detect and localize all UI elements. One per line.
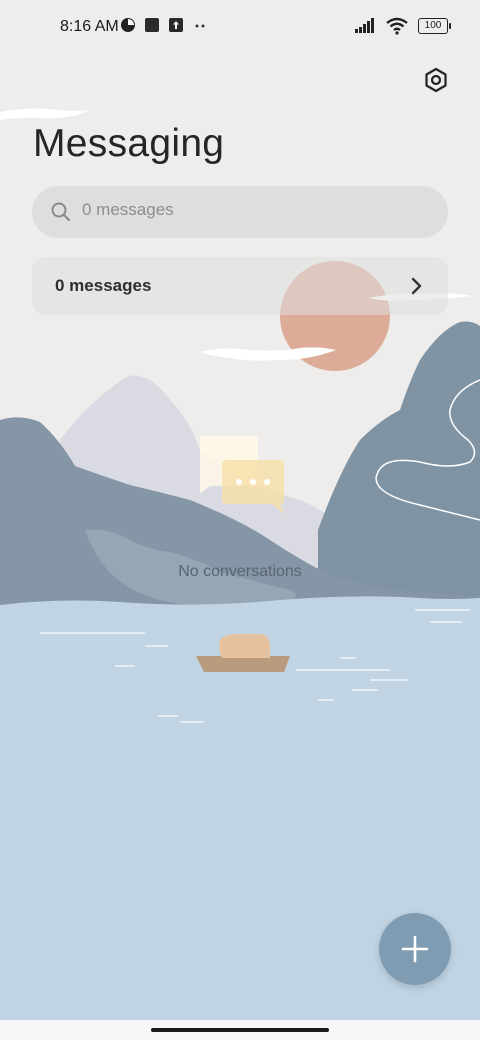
- empty-state-text: No conversations: [178, 563, 302, 580]
- page-title: Messaging: [33, 122, 225, 165]
- new-conversation-button[interactable]: [379, 913, 451, 985]
- status-left-icons: [120, 17, 208, 33]
- status-right-icons: 100: [354, 17, 451, 35]
- search-icon: [51, 202, 71, 222]
- status-bar: 8:16 AM 100: [0, 0, 480, 56]
- wifi-icon: [386, 17, 408, 35]
- message-summary-row[interactable]: 0 messages: [32, 257, 448, 315]
- signal-icon: [355, 18, 374, 33]
- settings-button[interactable]: [420, 64, 452, 96]
- more-dots-icon: [195, 24, 205, 28]
- notification-square-icon: [145, 18, 159, 32]
- search-bar[interactable]: 0 messages: [32, 186, 448, 238]
- upload-icon: [169, 18, 183, 32]
- status-time: 8:16 AM: [60, 18, 119, 35]
- search-input[interactable]: 0 messages: [82, 200, 174, 220]
- chevron-right-icon: [411, 277, 422, 295]
- navigation-bar: [0, 1020, 480, 1040]
- chat-bubbles-icon: [200, 436, 284, 514]
- home-indicator[interactable]: [151, 1028, 329, 1032]
- plus-icon: [401, 935, 429, 963]
- cloud-top-left: [0, 108, 90, 120]
- battery-icon: 100: [418, 18, 451, 34]
- message-count-label: 0 messages: [55, 276, 152, 295]
- data-saver-icon: [121, 18, 135, 32]
- hexagon-settings-icon: [425, 67, 447, 93]
